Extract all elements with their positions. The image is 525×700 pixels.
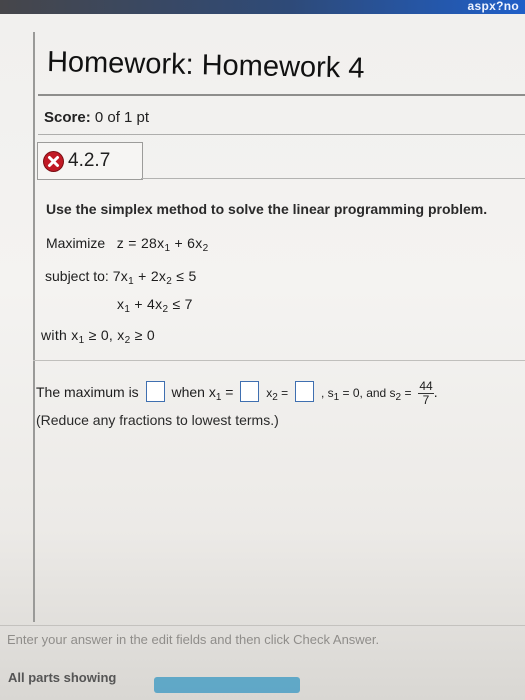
instructions: Use the simplex method to solve the line… <box>46 201 488 217</box>
objective-row: Maximize z = 28x1 + 6x2 <box>46 235 208 254</box>
constraint-1: 7x1 + 2x2 ≤ 5 <box>112 268 197 287</box>
check-answer-button[interactable] <box>154 677 300 693</box>
x2-input[interactable] <box>295 381 315 403</box>
homework-page: Homework: Homework 4 Score: 0 of 1 pt 4.… <box>0 14 525 700</box>
constraint-2: x1 + 4x2 ≤ 7 <box>117 296 193 315</box>
answer-line: The maximum is when x1 = x2 = , s1 = 0, … <box>36 380 438 407</box>
x1-input[interactable] <box>240 381 260 403</box>
check-answer-hint: Enter your answer in the edit fields and… <box>7 632 380 647</box>
page-title: Homework: Homework 4 <box>46 46 365 85</box>
url-fragment: aspx?no <box>467 0 519 13</box>
s2-fraction: 44 7 <box>418 379 434 407</box>
footer-divider <box>0 625 525 626</box>
answer-divider <box>33 360 525 361</box>
nonnegativity-constraint: with x1 ≥ 0, x2 ≥ 0 <box>41 327 155 346</box>
reduce-fractions-note: (Reduce any fractions to lowest terms.) <box>36 412 279 428</box>
constraint-row-1: subject to: 7x1 + 2x2 ≤ 5 <box>45 268 197 287</box>
score-row: Score: 0 of 1 pt <box>44 109 149 126</box>
objective-function: z = 28x1 + 6x2 <box>116 235 209 254</box>
when-label: when x1 = <box>171 384 234 404</box>
answer-period: . <box>433 384 438 401</box>
score-value: 0 of 1 pt <box>94 109 150 126</box>
s2-denominator: 7 <box>422 393 430 407</box>
title-divider <box>38 94 525 96</box>
score-label: Score: <box>44 109 91 126</box>
left-border <box>33 32 35 622</box>
subject-to-label: subject to: <box>45 268 109 284</box>
question-divider <box>141 178 525 179</box>
slack-values: , s1 = 0, and s2 = <box>320 386 412 404</box>
question-tab[interactable]: 4.2.7 <box>37 142 143 180</box>
screen: aspx?no Homework: Homework 4 Score: 0 of… <box>0 0 525 700</box>
maximum-input[interactable] <box>145 381 165 403</box>
incorrect-x-icon <box>44 152 63 171</box>
browser-top-bar: aspx?no <box>0 0 525 14</box>
all-parts-showing-label: All parts showing <box>8 670 117 685</box>
x2-label: x2 = <box>266 386 289 404</box>
maximum-label: The maximum is <box>36 384 139 401</box>
question-number: 4.2.7 <box>68 150 111 171</box>
s2-numerator: 44 <box>418 379 434 394</box>
maximize-label: Maximize <box>46 235 106 251</box>
score-divider <box>38 134 525 135</box>
